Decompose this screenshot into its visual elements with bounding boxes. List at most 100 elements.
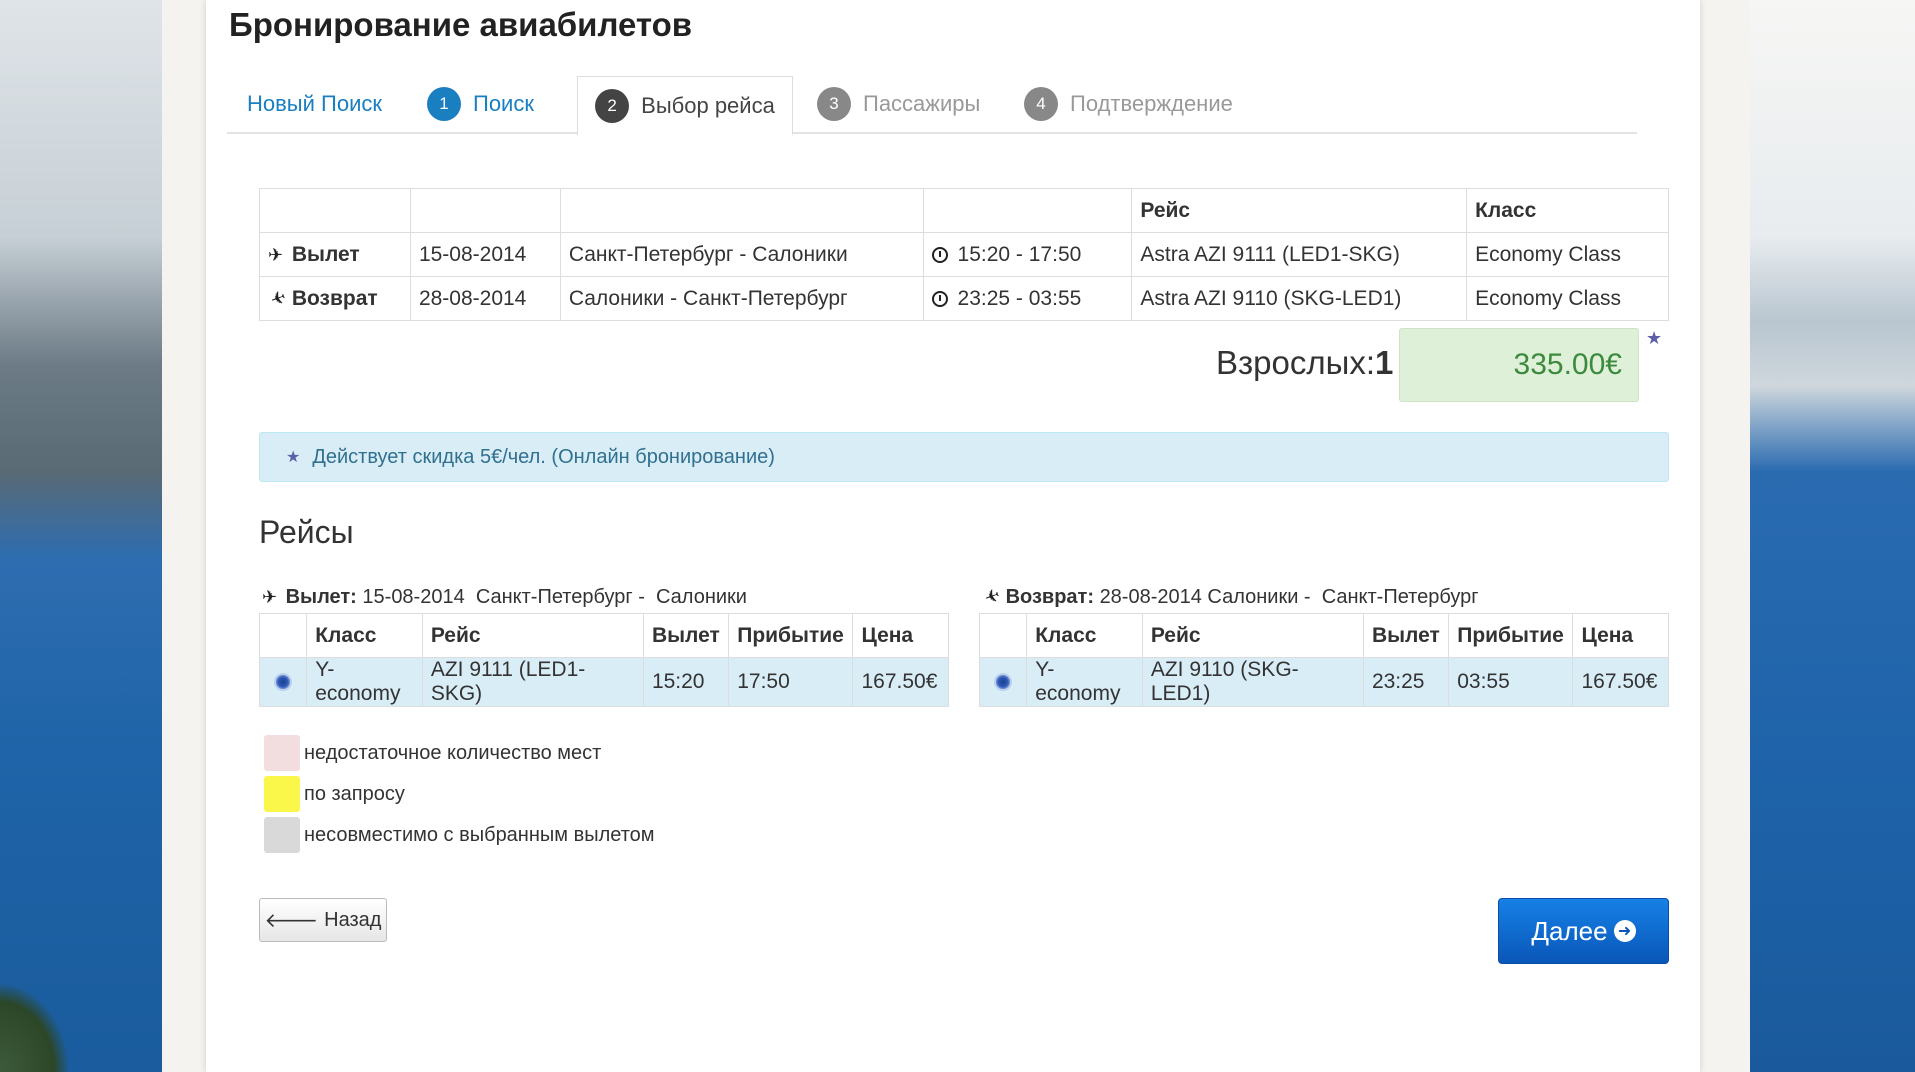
column-header: Рейс: [421, 613, 644, 658]
tab-label: Поиск: [473, 91, 534, 116]
tab-label: Подтверждение: [1070, 91, 1233, 116]
back-button[interactable]: 🡐 Назад: [259, 898, 387, 942]
outbound-flights-table: Класс Рейс Вылет Прибытие Цена Y-economy…: [258, 613, 949, 707]
clock-icon: [931, 246, 948, 263]
column-header-flight: Рейс: [1131, 188, 1468, 233]
leg-info: 15-08-2014 Санкт-Петербург - Салоники: [362, 586, 747, 608]
legend-label: несовместимо с выбранным вылетом: [304, 823, 655, 846]
leg-label: Вылет:: [285, 586, 357, 608]
date-cell: 15-08-2014: [409, 232, 561, 277]
plane-landing-icon: ✈: [981, 584, 1003, 609]
arrival-cell: 17:50: [728, 657, 854, 707]
background-right: [1750, 0, 1915, 1072]
column-header: Цена: [852, 613, 949, 658]
tab-flight-selection[interactable]: 2 Выбор рейса: [577, 76, 793, 136]
radio-cell: [978, 657, 1028, 707]
time-cell: 23:25 - 03:55: [922, 276, 1133, 321]
flight-cell: Astra AZI 9111 (LED1-SKG): [1131, 232, 1468, 277]
legend-label: по запросу: [304, 782, 405, 805]
page-frame: Бронирование авиабилетов Новый Поиск 1 П…: [162, 0, 1750, 1072]
flight-select-radio[interactable]: [274, 673, 293, 692]
direction-cell: ✈ Вылет: [259, 232, 411, 277]
back-button-label: Назад: [324, 908, 382, 931]
adults-number: 1: [1375, 344, 1394, 381]
column-header: [259, 188, 411, 233]
legend-item-on-request: по запросу: [264, 776, 405, 812]
radio-cell: [258, 657, 308, 707]
plane-takeoff-icon: ✈: [262, 587, 278, 607]
discount-alert: ★ Действует скидка 5€/чел. (Онлайн брони…: [259, 432, 1669, 482]
departure-cell: 23:25: [1362, 657, 1450, 707]
time-value: 23:25 - 03:55: [957, 286, 1082, 310]
column-header: Класс: [306, 613, 423, 658]
time-cell: 15:20 - 17:50: [922, 232, 1133, 277]
tab-label: Пассажиры: [863, 91, 981, 116]
direction-label: Вылет: [291, 242, 360, 266]
booking-panel: Бронирование авиабилетов Новый Поиск 1 П…: [206, 0, 1700, 1072]
price-cell: 167.50€: [852, 657, 949, 707]
flight-select-radio[interactable]: [994, 673, 1013, 692]
flight-cell: Astra AZI 9110 (SKG-LED1): [1131, 276, 1468, 321]
flight-cell: AZI 9110 (SKG-LED1): [1141, 657, 1364, 707]
tab-confirmation[interactable]: 4 Подтверждение: [1024, 76, 1233, 132]
outbound-leg-header: ✈ Вылет: 15-08-2014 Санкт-Петербург - Са…: [262, 586, 747, 609]
flight-option-row[interactable]: Y-economy AZI 9111 (LED1-SKG) 15:20 17:5…: [258, 657, 949, 707]
booking-steps-tabs: Новый Поиск 1 Поиск 2 Выбор рейса 3 Пасс…: [227, 76, 1637, 136]
arrow-circle-right-icon: ➜: [1613, 920, 1636, 942]
step-number-badge: 2: [595, 88, 630, 123]
tab-passengers[interactable]: 3 Пассажиры: [817, 76, 980, 132]
column-header: Рейс: [1141, 613, 1364, 658]
route-cell: Санкт-Петербург - Салоники: [559, 232, 924, 277]
column-header: Вылет: [642, 613, 730, 658]
arrow-left-icon: 🡐: [264, 909, 319, 932]
plane-landing-icon: ✈: [267, 286, 289, 311]
arrival-cell: 03:55: [1448, 657, 1574, 707]
column-header: Цена: [1572, 613, 1669, 658]
tab-label: Выбор рейса: [641, 92, 775, 118]
column-header: [922, 188, 1133, 233]
column-header: [409, 188, 561, 233]
background-left: [0, 0, 162, 1072]
flights-section-title: Рейсы: [259, 514, 354, 550]
table-row: ✈ Возврат 28-08-2014 Салоники - Санкт-Пе…: [259, 276, 1669, 321]
next-button-label: Далее: [1531, 915, 1608, 946]
step-number-badge: 3: [817, 87, 851, 121]
price-cell: 167.50€: [1572, 657, 1669, 707]
step-number-badge: 4: [1024, 87, 1058, 121]
plane-takeoff-icon: ✈: [268, 244, 284, 265]
legend-label: недостаточное количество мест: [304, 741, 602, 764]
class-cell: Y-economy: [1026, 657, 1143, 707]
table-header-row: Рейс Класс: [259, 188, 1669, 233]
column-header: Прибытие: [728, 613, 854, 658]
table-header-row: Класс Рейс Вылет Прибытие Цена: [978, 613, 1669, 658]
total-price: 335.00€: [1399, 328, 1639, 402]
leg-info: 28-08-2014 Салоники - Санкт-Петербург: [1099, 586, 1479, 608]
legend-item-insufficient-seats: недостаточное количество мест: [264, 735, 601, 771]
step-number-badge: 1: [427, 87, 461, 121]
return-leg-header: ✈ Возврат: 28-08-2014 Салоники - Санкт-П…: [981, 584, 1479, 609]
leg-label: Возврат:: [1005, 586, 1094, 608]
direction-label: Возврат: [291, 286, 378, 310]
column-header-class: Класс: [1466, 188, 1669, 233]
date-cell: 28-08-2014: [409, 276, 561, 321]
legend-swatch: [264, 776, 300, 812]
departure-cell: 15:20: [642, 657, 730, 707]
column-header: [258, 613, 308, 658]
flight-option-row[interactable]: Y-economy AZI 9110 (SKG-LED1) 23:25 03:5…: [978, 657, 1669, 707]
table-row: ✈ Вылет 15-08-2014 Санкт-Петербург - Сал…: [259, 232, 1669, 277]
tab-label: Новый Поиск: [247, 91, 382, 116]
star-icon: ★: [286, 449, 301, 466]
time-value: 15:20 - 17:50: [957, 242, 1082, 266]
legend-swatch: [264, 735, 300, 771]
legend-swatch: [264, 817, 300, 853]
column-header: Прибытие: [1448, 613, 1574, 658]
legend-item-incompatible: несовместимо с выбранным вылетом: [264, 817, 655, 853]
column-header: [978, 613, 1028, 658]
star-icon: ★: [1646, 328, 1663, 348]
next-button[interactable]: Далее ➜: [1498, 898, 1669, 964]
tab-search[interactable]: 1 Поиск: [427, 76, 534, 132]
tab-new-search[interactable]: Новый Поиск: [247, 76, 382, 132]
class-cell: Economy Class: [1466, 232, 1669, 277]
direction-cell: ✈ Возврат: [259, 276, 411, 321]
class-cell: Y-economy: [306, 657, 423, 707]
